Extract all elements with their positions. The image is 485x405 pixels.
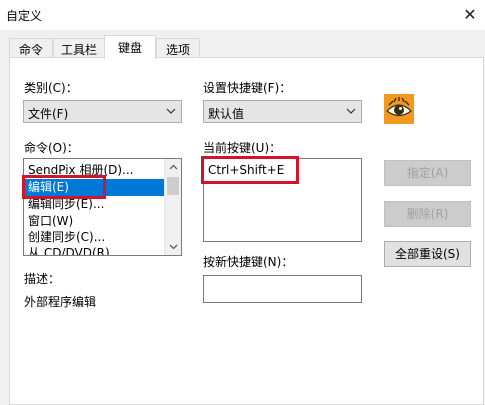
shortcut-set-select[interactable]: 默认值 bbox=[203, 100, 362, 123]
eye-logo-icon bbox=[384, 94, 414, 124]
description-text: 外部程序编辑 bbox=[24, 295, 97, 309]
list-item-selected[interactable]: 编辑(E) bbox=[25, 179, 165, 196]
category-select[interactable]: 文件(F) bbox=[23, 100, 182, 123]
shortcut-set-value: 默认值 bbox=[208, 107, 245, 121]
commands-scrollbar[interactable] bbox=[164, 159, 181, 255]
window-title: 自定义 bbox=[6, 9, 43, 23]
close-icon[interactable]: ✕ bbox=[455, 0, 485, 28]
description-label: 描述： bbox=[24, 272, 61, 286]
remove-button[interactable]: 删除(R) bbox=[384, 201, 471, 227]
current-keys-box[interactable]: Ctrl+Shift+E bbox=[203, 158, 362, 242]
scroll-thumb[interactable] bbox=[167, 177, 179, 195]
scroll-down-icon[interactable] bbox=[165, 238, 182, 255]
reset-all-button[interactable]: 全部重设(S) bbox=[384, 241, 471, 267]
commands-label: 命令(O)： bbox=[24, 141, 79, 155]
chevron-down-icon bbox=[346, 108, 356, 114]
chevron-down-icon bbox=[166, 108, 176, 114]
tab-toolbars[interactable]: 工具栏 bbox=[53, 38, 105, 58]
new-key-input[interactable] bbox=[203, 275, 362, 303]
assign-button[interactable]: 指定(A) bbox=[384, 160, 471, 186]
tab-commands[interactable]: 命令 bbox=[9, 38, 53, 58]
list-item[interactable]: 创建同步(C)... bbox=[25, 229, 165, 246]
title-bar: 自定义 ✕ bbox=[0, 0, 485, 30]
tab-keyboard[interactable]: 键盘 bbox=[104, 35, 156, 59]
list-item[interactable]: 从 CD/DVD(R) bbox=[25, 245, 165, 255]
list-item[interactable]: 窗口(W) bbox=[25, 213, 165, 230]
scroll-up-icon[interactable] bbox=[165, 159, 182, 176]
shortcut-set-label: 设置快捷键(F)： bbox=[203, 81, 292, 95]
current-keys-label: 当前按键(U)： bbox=[203, 141, 282, 155]
category-label: 类别(C)： bbox=[24, 81, 78, 95]
tab-strip: 命令 工具栏 键盘 选项 bbox=[0, 30, 485, 59]
current-key-value[interactable]: Ctrl+Shift+E bbox=[208, 163, 284, 177]
tab-options[interactable]: 选项 bbox=[156, 38, 200, 58]
list-item[interactable]: 编辑同步(E)... bbox=[25, 196, 165, 213]
category-value: 文件(F) bbox=[28, 107, 69, 121]
new-key-label: 按新快捷键(N)： bbox=[203, 255, 294, 269]
commands-list[interactable]: SendPix 相册(D)... 编辑(E) 编辑同步(E)... 窗口(W) … bbox=[23, 158, 182, 256]
list-item[interactable]: SendPix 相册(D)... bbox=[25, 162, 165, 179]
